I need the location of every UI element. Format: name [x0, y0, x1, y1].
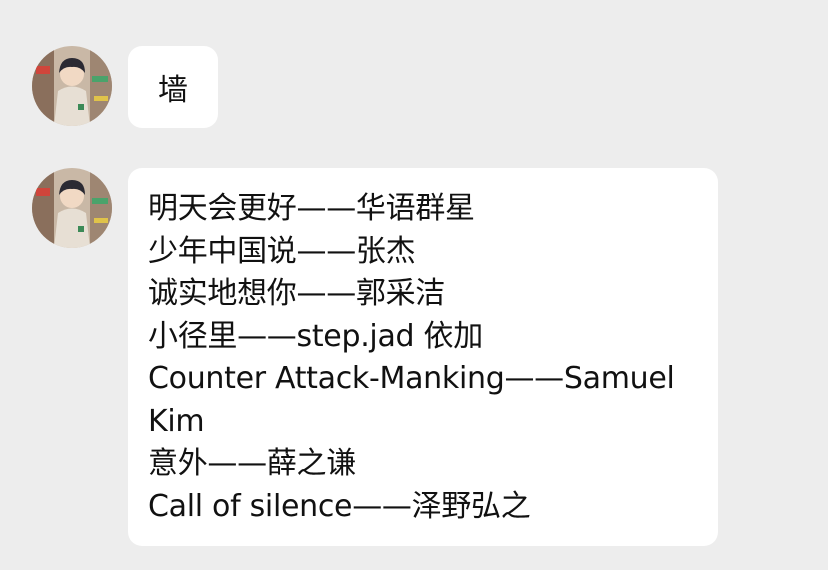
sender-avatar[interactable] [32, 46, 112, 126]
message-line: Kim [148, 403, 205, 439]
message-text: 墙 [158, 73, 188, 108]
message-bubble[interactable]: 墙 [128, 46, 218, 128]
message-bubble[interactable]: 明天会更好——华语群星 少年中国说——张杰 诚实地想你——郭采洁 小径里——st… [128, 168, 718, 546]
message-line: 诚实地想你——郭采洁 [148, 276, 445, 311]
avatar-illustration-icon [32, 46, 112, 126]
message-line: 小径里——step.jad 依加 [148, 318, 483, 354]
message-line: Counter Attack-Manking——Samuel [148, 361, 675, 396]
message-line: 意外——薛之谦 [148, 446, 356, 481]
sender-avatar[interactable] [32, 168, 112, 248]
message-line: 明天会更好——华语群星 [148, 191, 475, 226]
message-line: 少年中国说——张杰 [148, 233, 416, 269]
message-line: Call of silence——泽野弘之 [148, 488, 531, 524]
avatar-illustration-icon [32, 168, 112, 248]
